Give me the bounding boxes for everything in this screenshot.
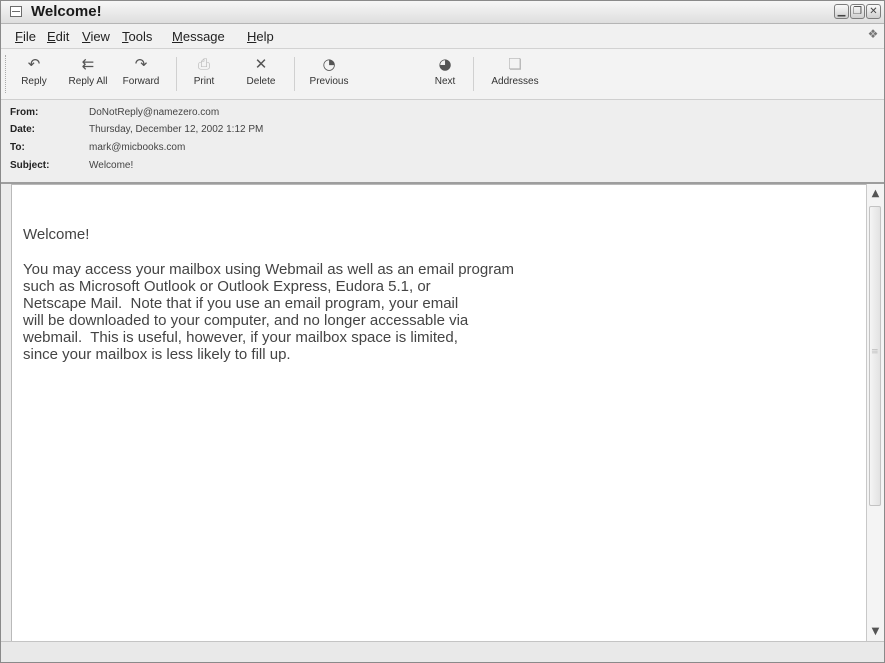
next-button[interactable]: ◕ Next — [425, 54, 465, 87]
message-greeting: Welcome! — [23, 226, 90, 243]
delete-x-icon: ✕ — [254, 55, 268, 73]
envelope-icon — [10, 6, 22, 17]
reply-all-button[interactable]: ⇇ Reply All — [63, 54, 113, 87]
scroll-thumb[interactable] — [869, 206, 881, 506]
reply-icon: ↶ — [27, 55, 41, 73]
up-arrow-circle-icon: ◔ — [322, 55, 336, 73]
message-line: You may access your mailbox using Webmai… — [23, 261, 515, 278]
message-body[interactable]: Welcome! You may access your mailbox usi… — [11, 184, 866, 642]
scroll-up-button[interactable]: ▲ — [868, 186, 883, 202]
addresses-button[interactable]: ❏ Addresses — [485, 54, 545, 87]
message-window: Welcome! ▁ ❐ ✕ File Edit View Tools Mess… — [0, 0, 885, 663]
message-headers: From: DoNotReply@namezero.com Date: Thur… — [1, 100, 884, 184]
scroll-down-button[interactable]: ▼ — [868, 624, 883, 640]
menu-file[interactable]: File — [15, 29, 36, 44]
status-bar — [1, 641, 884, 662]
reply-all-icon: ⇇ — [81, 55, 95, 73]
title-bar[interactable]: Welcome! ▁ ❐ ✕ — [1, 1, 884, 24]
menu-tools[interactable]: Tools — [122, 29, 152, 44]
from-value: DoNotReply@namezero.com — [89, 107, 220, 118]
message-line: since your mailbox is less likely to fil… — [23, 346, 291, 363]
menu-message[interactable]: Message — [172, 29, 225, 44]
close-button[interactable]: ✕ — [866, 4, 881, 19]
menu-edit[interactable]: Edit — [47, 29, 69, 44]
message-line: such as Microsoft Outlook or Outlook Exp… — [23, 278, 431, 295]
message-text: You may access your mailbox using Webmai… — [23, 261, 743, 363]
menu-bar: File Edit View Tools Message Help ❖ — [1, 24, 884, 49]
previous-button[interactable]: ◔ Previous — [304, 54, 354, 87]
vertical-scrollbar[interactable]: ▲ ▼ — [866, 184, 884, 642]
window-title: Welcome! — [31, 3, 102, 20]
toolbar-grip[interactable] — [5, 55, 9, 93]
reply-button[interactable]: ↶ Reply — [13, 54, 55, 87]
toolbar-separator — [473, 57, 474, 91]
date-value: Thursday, December 12, 2002 1:12 PM — [89, 124, 264, 135]
message-line: will be downloaded to your computer, and… — [23, 312, 469, 329]
down-arrow-circle-icon: ◕ — [438, 55, 452, 73]
subject-value: Welcome! — [89, 160, 134, 171]
minimize-button[interactable]: ▁ — [834, 4, 849, 19]
menu-help[interactable]: Help — [247, 29, 274, 44]
print-button[interactable]: ⎙ Print — [184, 54, 224, 87]
restore-button[interactable]: ❐ — [850, 4, 865, 19]
forward-button[interactable]: ↷ Forward — [116, 54, 166, 87]
message-line: Netscape Mail. Note that if you use an e… — [23, 295, 459, 312]
address-book-icon: ❏ — [508, 55, 522, 73]
toolbar: ↶ Reply ⇇ Reply All ↷ Forward ⎙ Print ✕ … — [1, 49, 884, 100]
delete-button[interactable]: ✕ Delete — [236, 54, 286, 87]
printer-icon: ⎙ — [197, 55, 210, 73]
to-value: mark@micbooks.com — [89, 142, 186, 153]
forward-icon: ↷ — [134, 55, 148, 73]
window-controls: ▁ ❐ ✕ — [834, 4, 881, 19]
menu-view[interactable]: View — [82, 29, 110, 44]
toolbar-separator — [294, 57, 295, 91]
message-line: webmail. This is useful, however, if you… — [23, 329, 458, 346]
windows-logo-icon: ❖ — [867, 27, 879, 41]
toolbar-separator — [176, 57, 177, 91]
